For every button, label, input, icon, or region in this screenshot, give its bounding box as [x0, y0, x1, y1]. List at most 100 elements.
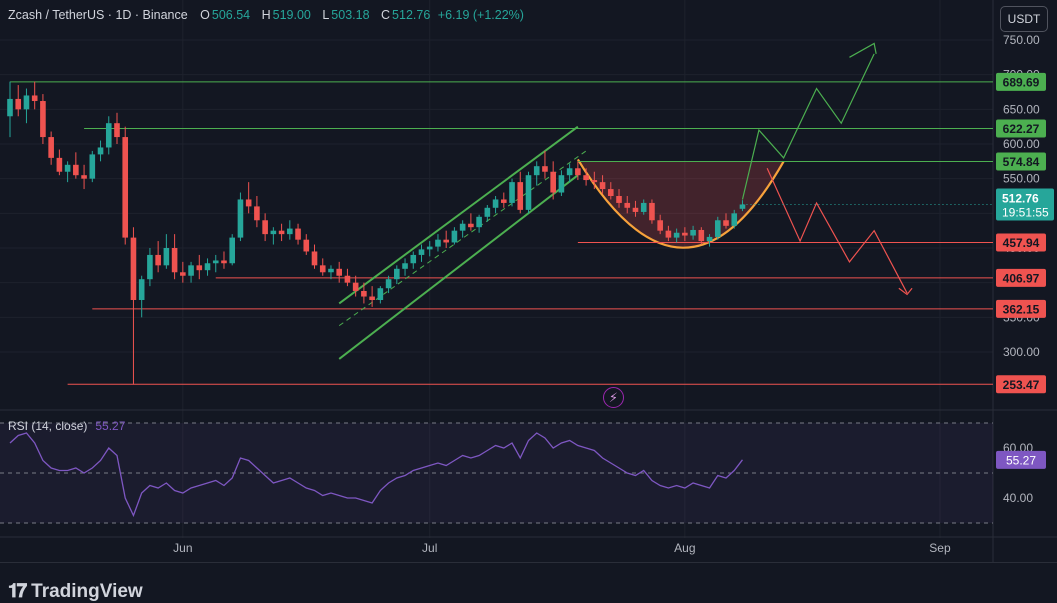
rsi-value-tag-label: 55.27 [1006, 453, 1036, 467]
time-tick-label: Jul [422, 541, 437, 555]
last-price-value: 512.76 [1002, 191, 1039, 205]
candle-body [706, 236, 713, 242]
candle-body [484, 207, 491, 217]
candle-body [352, 282, 359, 291]
candle-body [632, 207, 639, 212]
candle-body [616, 196, 622, 203]
candle-body [328, 268, 334, 273]
close-value: 512.76 [392, 8, 431, 22]
candle-body [130, 237, 137, 300]
currency-unit-button[interactable]: USDT [1000, 6, 1048, 32]
candle-body [262, 220, 268, 235]
candle-body [147, 254, 153, 280]
price-tick-label: 750.00 [1003, 33, 1040, 47]
low-label: L [322, 8, 330, 22]
candle-body [583, 175, 589, 181]
candle-body [558, 175, 565, 193]
candle-body [369, 296, 375, 300]
candle-body [402, 263, 408, 269]
price-level-tag-label: 574.84 [1003, 155, 1040, 169]
tradingview-logo: 𝟏𝟕 TradingView [8, 581, 143, 603]
candle-body [525, 175, 532, 210]
price-tick-label: 550.00 [1003, 172, 1040, 186]
candle-body [303, 239, 310, 252]
candle-body [410, 254, 417, 264]
candle-body [89, 154, 96, 179]
candle-body [607, 189, 614, 196]
price-level-tag-label: 362.15 [1003, 302, 1040, 316]
candle-body [690, 229, 696, 236]
candle-body [245, 199, 252, 207]
price-tick-label: 600.00 [1003, 137, 1040, 151]
candle-body [739, 204, 746, 209]
candle-body [385, 279, 392, 289]
candle-body [649, 202, 655, 221]
candle-body [180, 272, 186, 276]
candle-body [270, 230, 277, 235]
low-value: 503.18 [331, 8, 370, 22]
candle-body [73, 164, 79, 176]
close-label: C [381, 8, 391, 22]
candle-body [575, 168, 581, 176]
candle-body [501, 199, 507, 203]
price-tick-label: 650.00 [1003, 102, 1040, 116]
candle-body [138, 279, 145, 300]
candle-body [64, 164, 71, 172]
candle-body [468, 223, 474, 228]
candle-body [624, 202, 631, 208]
countdown-timer: 19:51:55 [1002, 205, 1049, 219]
candle-body [673, 232, 680, 238]
time-tick-label: Jun [173, 541, 192, 555]
candle-body [361, 290, 367, 297]
candle-body [212, 260, 219, 264]
tradingview-logo-icon: 𝟏𝟕 [8, 581, 27, 602]
candle-body [23, 95, 30, 110]
high-value: 519.00 [272, 8, 311, 22]
candle-body [542, 166, 548, 172]
candle-body [731, 213, 738, 226]
candle-body [40, 101, 46, 138]
candle-body [56, 157, 63, 172]
candle-body [492, 199, 499, 208]
rsi-legend-value: 55.27 [95, 419, 126, 433]
rsi-legend: RSI (14, close) 55.27 [8, 419, 125, 433]
candle-body [287, 228, 293, 235]
candle-body [533, 166, 540, 176]
candle-body [319, 265, 326, 273]
candle-body [81, 175, 87, 179]
lightning-icon[interactable]: ⚡ [603, 387, 624, 408]
candle-body [665, 230, 672, 238]
candle-body [476, 216, 482, 228]
price-tick-label: 300.00 [1003, 345, 1040, 359]
footer-bar: 𝟏𝟕 TradingView [0, 562, 1057, 602]
candle-body [591, 180, 598, 183]
price-level-tag-label: 622.27 [1003, 122, 1040, 136]
rsi-label: RSI (14, close) [8, 419, 88, 433]
candle-body [418, 249, 425, 255]
change-value: +6.19 (+1.22%) [437, 8, 524, 22]
candle-body [31, 95, 38, 102]
candle-body [698, 229, 705, 242]
candle-body [278, 230, 285, 235]
candle-body [517, 182, 524, 210]
candle-body [426, 246, 433, 250]
open-label: O [200, 8, 210, 22]
symbol-title: Zcash / TetherUS · 1D · Binance [8, 8, 188, 22]
candle-body [682, 232, 688, 236]
candle-body [7, 98, 13, 117]
candle-body [188, 265, 194, 276]
candle-body [451, 230, 458, 243]
chart-canvas[interactable]: 300.00350.00400.00450.00500.00550.00600.… [0, 0, 1057, 562]
candle-body [377, 288, 384, 300]
candle-body [344, 275, 351, 283]
brand-name: TradingView [31, 581, 143, 602]
candle-body [254, 206, 260, 221]
candle-body [714, 220, 721, 237]
symbol-header: Zcash / TetherUS · 1D · Binance O 506.54 … [8, 8, 532, 22]
candle-body [221, 260, 227, 264]
candle-body [640, 202, 647, 212]
price-level-tag-label: 253.47 [1003, 378, 1040, 392]
candle-body [566, 168, 573, 176]
high-label: H [261, 8, 271, 22]
candle-body [435, 239, 441, 247]
